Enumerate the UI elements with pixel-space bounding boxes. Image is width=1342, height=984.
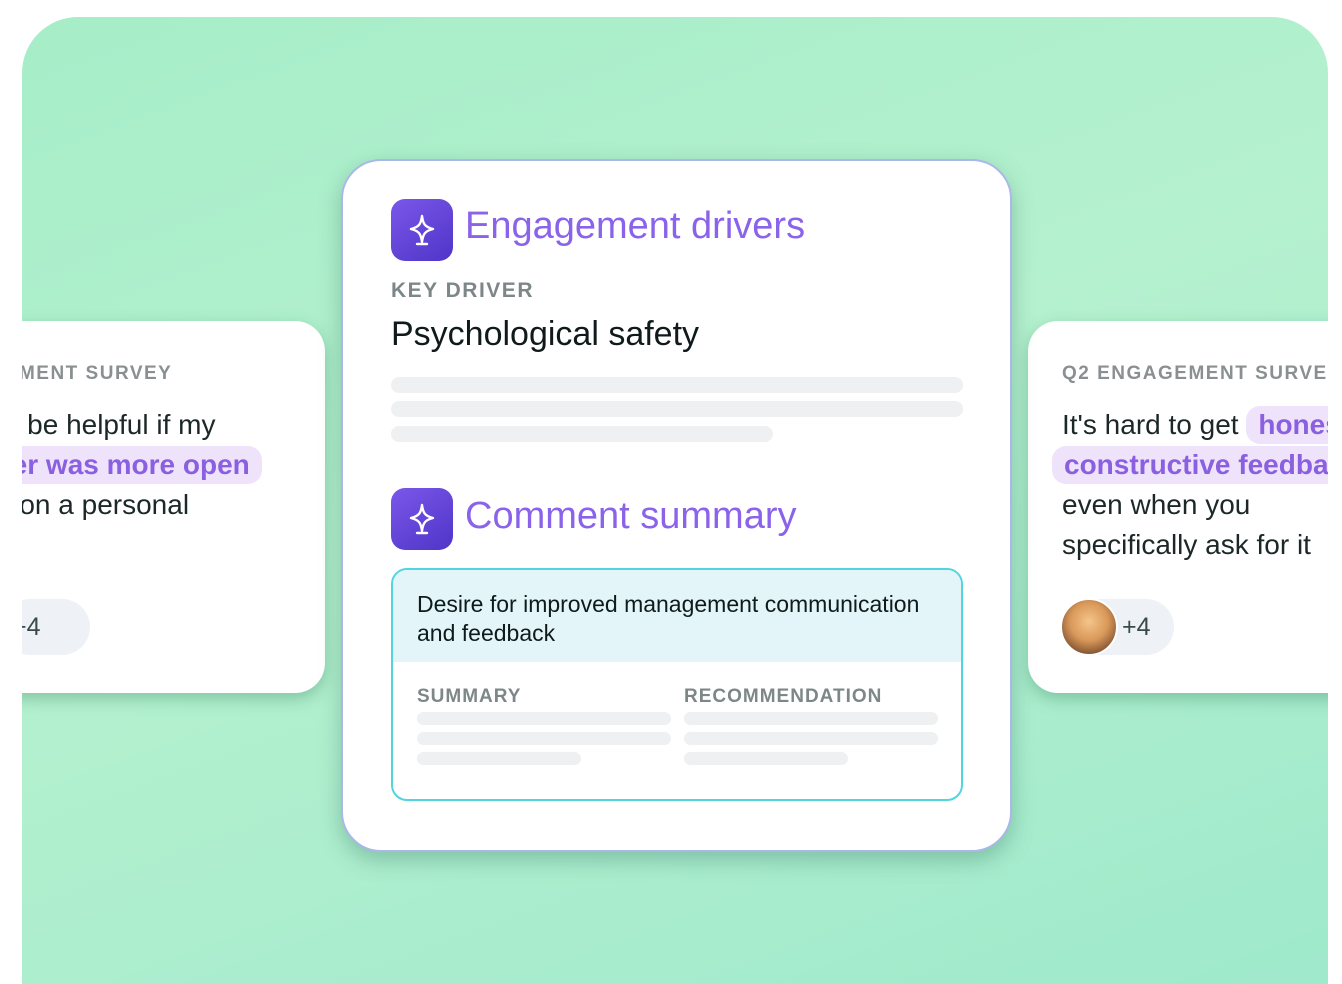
key-driver-value: Psychological safety (391, 315, 700, 353)
recommendation-label: RECOMMENDATION (684, 686, 883, 707)
key-driver-label: KEY DRIVER (391, 279, 534, 302)
comment-highlight: constructive feedba (1052, 446, 1328, 484)
comment-summary-title: Comment summary (465, 495, 797, 537)
survey-comment: It's hard to get hones constructive feed… (1052, 405, 1328, 565)
survey-label: Q2 ENGAGEMENT SURVEY (1062, 363, 1328, 384)
sparkle-icon (391, 199, 453, 261)
placeholder-line (391, 426, 773, 442)
survey-label: GAGEMENT SURVEY (22, 363, 173, 384)
placeholder-line (417, 712, 671, 725)
sparkle-icon (391, 488, 453, 550)
placeholder-line (684, 712, 938, 725)
summary-headline: Desire for improved management communica… (393, 570, 961, 662)
summary-label: SUMMARY (417, 686, 522, 707)
comment-line: specifically ask for it (1062, 529, 1311, 560)
placeholder-line (684, 752, 848, 765)
placeholder-line (417, 732, 671, 745)
respondent-count: +4 (1122, 612, 1151, 641)
comment-line: even when you (1062, 489, 1251, 520)
right-survey-card[interactable]: Q2 ENGAGEMENT SURVEY It's hard to get ho… (1028, 321, 1328, 693)
placeholder-line (684, 732, 938, 745)
avatar (1060, 598, 1118, 656)
comment-highlight: hones (1246, 406, 1328, 444)
left-survey-card[interactable]: GAGEMENT SURVEY uld be helpful if my age… (22, 321, 325, 693)
survey-comment: uld be helpful if my ager was more open … (22, 405, 262, 525)
comment-line: uld be helpful if my (22, 409, 216, 440)
respondent-count-pill[interactable]: +4 (22, 599, 90, 655)
insights-card: Engagement drivers KEY DRIVER Psychologi… (341, 159, 1012, 852)
respondent-count: +4 (22, 612, 41, 641)
placeholder-line (391, 377, 963, 393)
comment-summary-box[interactable]: Desire for improved management communica… (391, 568, 963, 801)
comment-line: us on a personal (22, 489, 190, 520)
engagement-drivers-title: Engagement drivers (465, 205, 806, 247)
placeholder-line (417, 752, 581, 765)
placeholder-line (391, 401, 963, 417)
comment-line: It's hard to get (1062, 409, 1239, 440)
comment-highlight: ager was more open (22, 446, 262, 484)
respondent-count-pill[interactable]: +4 (1060, 598, 1174, 656)
